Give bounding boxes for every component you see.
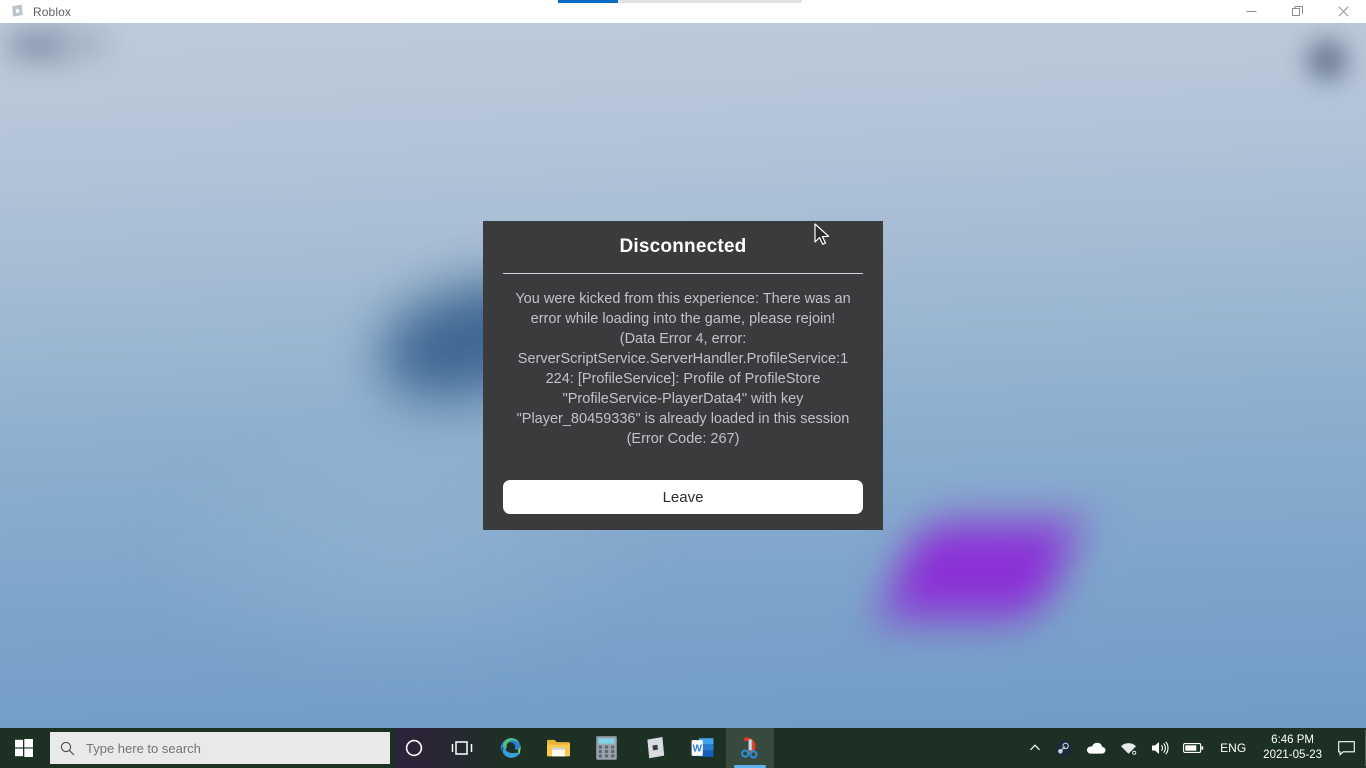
tray-language-indicator[interactable]: ENG (1211, 741, 1255, 755)
restore-button[interactable] (1274, 0, 1320, 23)
disconnected-dialog: Disconnected You were kicked from this e… (483, 221, 883, 530)
roblox-icon (12, 4, 23, 17)
taskbar-item-calculator[interactable] (582, 728, 630, 768)
taskbar-item-file-explorer[interactable] (534, 728, 582, 768)
search-input[interactable] (84, 739, 368, 757)
restore-icon (1291, 6, 1303, 16)
folder-icon (546, 739, 570, 757)
tray-item-network[interactable] (1113, 728, 1144, 768)
cloud-icon (1087, 742, 1106, 754)
action-center-button[interactable] (1330, 728, 1366, 768)
taskbar-item-cortana[interactable] (390, 728, 438, 768)
leave-button[interactable]: Leave (503, 480, 863, 514)
window-controls (1228, 0, 1366, 23)
dialog-divider (503, 273, 863, 274)
background-ui-blur-left-2 (62, 29, 108, 59)
taskbar: W (0, 728, 1366, 768)
tray-overflow-button[interactable] (1022, 728, 1048, 768)
system-tray: ENG 6:46 PM 2021-05-23 (1022, 728, 1366, 768)
start-button[interactable] (0, 728, 48, 768)
tray-date: 2021-05-23 (1263, 749, 1322, 761)
calculator-icon (595, 736, 617, 760)
close-button[interactable] (1320, 0, 1366, 23)
window-title-bar[interactable]: Roblox (0, 0, 1366, 23)
title-progress-bar (558, 0, 802, 3)
cortana-circle-icon (405, 739, 423, 757)
background-purple-shape (880, 523, 1080, 618)
dialog-message: You were kicked from this experience: Th… (515, 291, 851, 447)
minimize-button[interactable] (1228, 0, 1274, 23)
screen: Roblox Disconnected You were kicked from… (0, 0, 1366, 768)
battery-icon (1183, 743, 1204, 753)
notification-icon (1338, 740, 1355, 756)
edge-icon (500, 737, 521, 758)
search-icon (60, 741, 74, 755)
dialog-title: Disconnected (619, 236, 747, 257)
tray-item-battery[interactable] (1176, 728, 1211, 768)
search-box[interactable] (50, 732, 390, 764)
wifi-icon (1121, 742, 1137, 755)
tray-item-onedrive[interactable] (1079, 728, 1113, 768)
svg-text:W: W (692, 743, 702, 754)
title-progress-fill (558, 0, 618, 3)
steam-icon (1055, 740, 1072, 756)
taskbar-item-snipping-tool[interactable] (726, 728, 774, 768)
taskbar-item-task-view[interactable] (438, 728, 486, 768)
task-view-icon (451, 741, 473, 755)
word-icon: W (691, 738, 713, 757)
scissors-icon (741, 737, 758, 759)
taskbar-item-word[interactable]: W (678, 728, 726, 768)
tray-clock[interactable]: 6:46 PM 2021-05-23 (1255, 728, 1330, 768)
background-avatar-blur (1306, 39, 1348, 81)
roblox-icon (646, 736, 664, 758)
chevron-up-icon (1030, 744, 1041, 751)
window-title: Roblox (33, 4, 71, 19)
tray-item-volume[interactable] (1144, 728, 1176, 768)
speaker-icon (1152, 741, 1169, 755)
taskbar-item-roblox[interactable] (630, 728, 678, 768)
close-icon (1337, 6, 1349, 17)
background-ui-blur-left-1 (10, 31, 70, 59)
tray-time: 6:46 PM (1271, 734, 1314, 746)
windows-logo-icon (15, 739, 33, 757)
minimize-icon (1246, 11, 1256, 12)
tray-item-steam[interactable] (1048, 728, 1079, 768)
search-icon-wrap (50, 732, 84, 764)
taskbar-item-edge[interactable] (486, 728, 534, 768)
